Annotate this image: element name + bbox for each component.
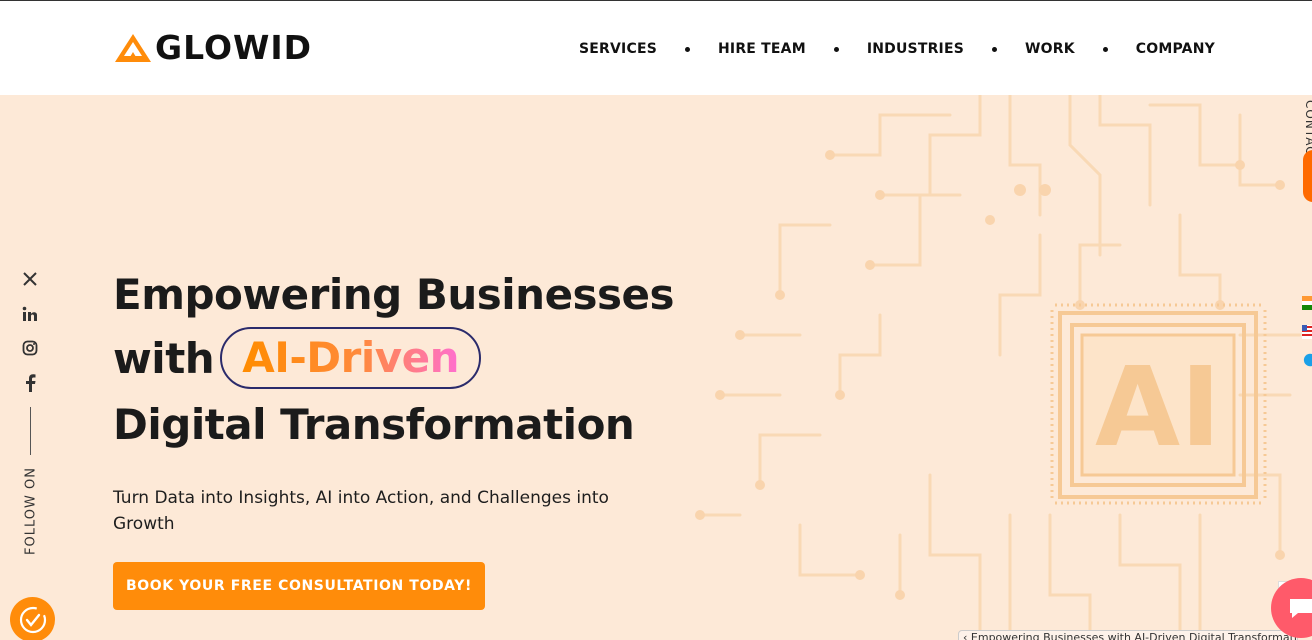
linkedin-icon[interactable]: [18, 302, 42, 326]
headline-line-2: with AI-Driven: [113, 326, 713, 393]
headline-line-1: Empowering Businesses: [113, 270, 675, 319]
chat-icon: [1290, 599, 1312, 618]
ai-driven-text: AI-Driven: [242, 332, 459, 382]
hero-subtext: Turn Data into Insights, AI into Action,…: [113, 488, 609, 534]
site-header: GLOWID SERVICES HIRE TEAM INDUSTRIES WOR…: [0, 1, 1312, 95]
nav-separator: [1102, 46, 1108, 52]
facebook-icon[interactable]: [18, 371, 42, 395]
side-orange-tab[interactable]: [1303, 150, 1312, 202]
follow-divider: [30, 407, 31, 455]
nav-separator: [685, 46, 690, 52]
x-icon[interactable]: [18, 267, 42, 291]
india-flag-icon[interactable]: [1302, 296, 1312, 310]
ai-driven-pill: AI-Driven: [220, 326, 481, 389]
breadcrumb-text: Empowering Businesses with AI-Driven Dig…: [970, 631, 1298, 640]
instagram-icon[interactable]: [18, 336, 42, 360]
cookie-consent-button[interactable]: [10, 597, 55, 640]
headline-with: with: [113, 334, 215, 383]
circuit-board-illustration: AI: [695, 95, 1302, 640]
nav-separator: [992, 46, 998, 52]
logo-triangle-icon: [115, 34, 151, 62]
nav-separator: [833, 46, 839, 52]
hero-headline: Empowering Businesses with AI-Driven Digi…: [113, 263, 713, 457]
cookie-check-icon: [19, 606, 46, 633]
logo-text: GLOWID: [155, 28, 313, 67]
follow-on-label: FOLLOW ON: [23, 467, 39, 555]
breadcrumb[interactable]: ‹ Empowering Businesses with AI-Driven D…: [958, 630, 1298, 640]
main-nav: SERVICES HIRE TEAM INDUSTRIES WORK COMPA…: [579, 39, 1215, 59]
headline-line-3: Digital Transformation: [113, 399, 635, 449]
chip-ai-text: AI: [1095, 343, 1221, 471]
nav-industries[interactable]: INDUSTRIES: [867, 41, 964, 57]
nav-work[interactable]: WORK: [1025, 41, 1075, 57]
nav-services[interactable]: SERVICES: [579, 41, 657, 57]
logo[interactable]: GLOWID: [113, 31, 312, 65]
us-flag-icon[interactable]: [1302, 325, 1312, 339]
nav-company[interactable]: COMPANY: [1136, 41, 1215, 57]
hero-section: AI FOLLOW ON Empowering Businesses with A…: [0, 95, 1312, 640]
skype-icon[interactable]: [1302, 353, 1312, 367]
book-consultation-button[interactable]: BOOK YOUR FREE CONSULTATION TODAY!: [113, 562, 485, 610]
nav-hire-team[interactable]: HIRE TEAM: [718, 41, 806, 57]
